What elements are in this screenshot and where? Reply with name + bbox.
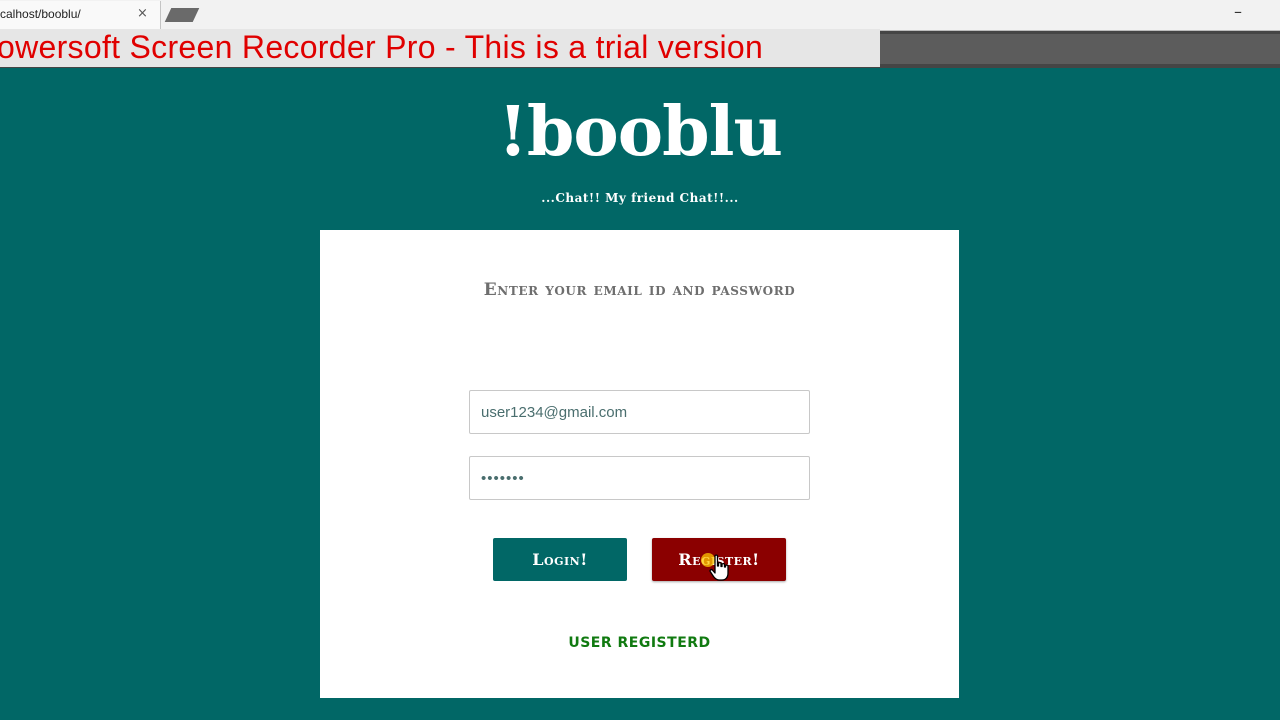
tab-close-icon[interactable]: × [137,6,148,21]
site-tagline: ...Chat!! My friend Chat!!... [541,191,739,205]
toolbar-area [880,34,1280,64]
tab-strip: calhost/booblu/ × – [0,0,1280,31]
password-input[interactable] [469,456,810,500]
minimize-window-icon[interactable]: – [1234,2,1242,21]
login-card: Enter your email id and password Login! … [320,230,959,698]
email-input[interactable] [469,390,810,434]
site-logo: !booblu [498,92,783,172]
login-button[interactable]: Login! [493,538,627,581]
hand-pointer-icon [709,554,729,581]
browser-chrome: calhost/booblu/ × – owersoft Screen Reco… [0,0,1280,68]
status-message: USER REGISTERD [568,635,711,651]
form-heading: Enter your email id and password [483,280,796,300]
new-tab-button[interactable] [164,8,200,22]
browser-tab[interactable]: calhost/booblu/ × [0,1,161,29]
recorder-watermark-banner: owersoft Screen Recorder Pro - This is a… [0,29,880,67]
tab-title: calhost/booblu/ [0,7,81,21]
watermark-text: owersoft Screen Recorder Pro - This is a… [0,29,764,65]
